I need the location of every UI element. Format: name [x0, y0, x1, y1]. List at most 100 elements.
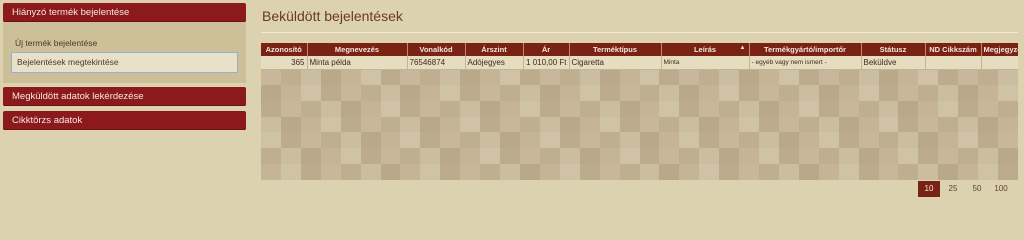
blurred-cell [579, 164, 600, 180]
blurred-cell [639, 69, 660, 85]
cell-barcode: 76546874 [407, 56, 466, 70]
blurred-cell [798, 100, 819, 117]
blurred-cell [679, 116, 700, 133]
blurred-cell [480, 116, 501, 133]
blurred-cell [360, 164, 381, 180]
blurred-cell [280, 116, 301, 133]
blurred-cell [659, 69, 680, 85]
col-header-manufacturer[interactable]: Termékgyártó/importőr [749, 43, 862, 56]
blurred-cell [679, 148, 700, 165]
blurred-cell [559, 116, 580, 133]
blurred-cell [898, 116, 919, 133]
blurred-cell [759, 116, 779, 133]
blurred-cell [878, 164, 899, 180]
blurred-cell [998, 116, 1018, 133]
blurred-cell [320, 132, 341, 149]
col-header-note[interactable]: Megjegyzés [981, 43, 1018, 56]
cell-note [981, 56, 1018, 70]
blurred-cell [340, 69, 361, 85]
page-size-option-50[interactable]: 50 [966, 181, 988, 197]
blurred-cell [998, 164, 1018, 180]
blurred-cell [340, 116, 361, 133]
blurred-cell [918, 69, 939, 85]
blurred-cell [480, 164, 501, 180]
col-header-status[interactable]: Státusz [861, 43, 926, 56]
menu-missing-product[interactable]: Hiányzó termék bejelentése [3, 3, 246, 22]
blurred-cell [400, 148, 421, 165]
blurred-cell [739, 132, 760, 149]
col-header-product-type[interactable]: Terméktípus [569, 43, 662, 56]
col-header-nd-code[interactable]: ND Cikkszám [925, 43, 982, 56]
page-size-option-100[interactable]: 100 [990, 181, 1012, 197]
blurred-cell [261, 69, 281, 85]
blurred-cell [818, 132, 839, 149]
submenu-missing-product: Új termék bejelentése Bejelentések megte… [3, 22, 246, 83]
col-header-id[interactable]: Azonosító [261, 43, 308, 56]
col-header-barcode[interactable]: Vonalkód [407, 43, 466, 56]
table-row[interactable]: 365 Minta példa 76546874 Adójegyes 1 010… [261, 56, 1018, 70]
blurred-cell [380, 69, 401, 85]
menu-new-product-report[interactable]: Új termék bejelentése [11, 36, 238, 51]
blurred-cell [360, 116, 381, 133]
menu-view-reports[interactable]: Bejelentések megtekintése [11, 52, 238, 73]
blurred-cell [400, 84, 421, 101]
blurred-cell [699, 132, 720, 149]
blurred-cell [360, 148, 381, 165]
col-header-name[interactable]: Megnevezés [307, 43, 408, 56]
blurred-cell [798, 164, 819, 180]
blurred-cell [998, 148, 1018, 165]
blurred-cell [719, 164, 740, 180]
blurred-cell [759, 69, 779, 85]
blurred-cell [719, 100, 740, 117]
blurred-cell [739, 164, 760, 180]
blurred-cell [818, 116, 839, 133]
blurred-cell [818, 84, 839, 101]
col-header-price[interactable]: Ár [523, 43, 570, 56]
col-header-description[interactable]: Leírás ▲ [661, 43, 750, 56]
blurred-cell [420, 164, 441, 180]
col-header-price-level[interactable]: Árszint [465, 43, 524, 56]
blurred-cell [579, 132, 600, 149]
blurred-cell [659, 132, 680, 149]
blurred-cell [280, 132, 301, 149]
blurred-cell [261, 116, 281, 133]
blurred-cell [340, 164, 361, 180]
sidebar: Hiányzó termék bejelentése Új termék bej… [3, 3, 246, 130]
blurred-cell [918, 100, 939, 117]
blurred-cell [639, 84, 660, 101]
cell-product-type: Cigaretta [569, 56, 662, 70]
blurred-cell [400, 116, 421, 133]
blurred-cell [340, 148, 361, 165]
blurred-cell [539, 116, 560, 133]
blurred-cell [400, 69, 421, 85]
blurred-cell [320, 148, 341, 165]
page-size-option-10[interactable]: 10 [918, 181, 940, 197]
blurred-cell [539, 69, 560, 85]
blurred-cell [619, 84, 640, 101]
blurred-cell [619, 148, 640, 165]
blurred-cell [639, 132, 660, 149]
menu-item-master-data[interactable]: Cikktörzs adatok [3, 111, 246, 130]
cell-id: 365 [261, 56, 308, 70]
blurred-cell [918, 132, 939, 149]
blurred-cell [579, 100, 600, 117]
page-size-selector: 10 25 50 100 [918, 181, 1012, 197]
blurred-cell [599, 69, 620, 85]
blurred-cell [420, 84, 441, 101]
blurred-cell [539, 100, 560, 117]
page-size-option-25[interactable]: 25 [942, 181, 964, 197]
blurred-cell [400, 164, 421, 180]
blurred-rows [261, 69, 1018, 180]
blurred-cell [659, 148, 680, 165]
blurred-cell [958, 100, 979, 117]
blurred-cell [280, 100, 301, 117]
blurred-cell [320, 84, 341, 101]
blurred-cell [898, 69, 919, 85]
blurred-cell [838, 116, 859, 133]
blurred-cell [460, 148, 481, 165]
blurred-cell [619, 164, 640, 180]
blurred-cell [719, 116, 740, 133]
menu-sent-data-query[interactable]: Megküldött adatok lekérdezése [3, 87, 246, 106]
blurred-cell [798, 84, 819, 101]
sort-arrows-icon[interactable]: ▲ [740, 45, 746, 51]
